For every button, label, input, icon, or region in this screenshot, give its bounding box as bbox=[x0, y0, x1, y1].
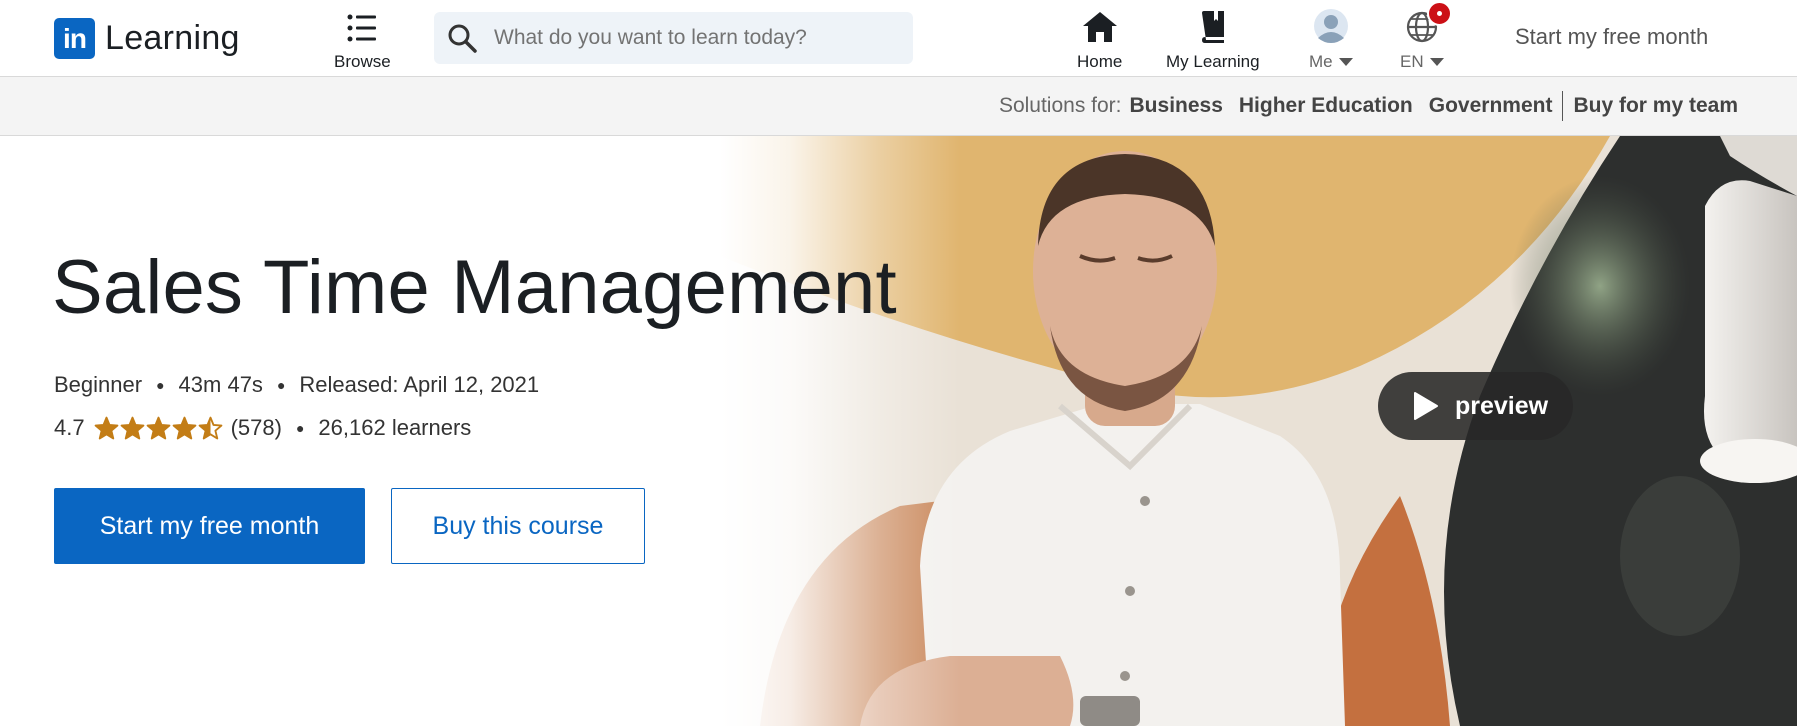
review-count[interactable]: (578) bbox=[231, 415, 282, 441]
learner-count: 26,162 learners bbox=[318, 415, 472, 440]
home-icon bbox=[1081, 6, 1119, 44]
solutions-business-link[interactable]: Business bbox=[1130, 94, 1223, 118]
divider bbox=[1562, 91, 1564, 121]
start-free-month-link[interactable]: Start my free month bbox=[1515, 24, 1708, 50]
search-bar bbox=[434, 12, 913, 64]
nav-home-label: Home bbox=[1077, 52, 1123, 71]
nav-my-learning[interactable]: My Learning bbox=[1166, 6, 1260, 72]
browse-label: Browse bbox=[334, 52, 391, 71]
avatar-icon bbox=[1313, 6, 1349, 44]
preview-button[interactable]: preview bbox=[1378, 372, 1573, 440]
course-hero: Sales Time Management Beginner ● 43m 47s… bbox=[0, 136, 1797, 726]
course-meta: Beginner ● 43m 47s ● Released: April 12,… bbox=[54, 372, 540, 397]
search-input[interactable] bbox=[492, 25, 896, 51]
search-icon[interactable] bbox=[446, 22, 478, 54]
play-icon bbox=[1413, 391, 1439, 421]
course-release-date: Released: April 12, 2021 bbox=[299, 372, 540, 397]
nav-me-label: Me bbox=[1309, 52, 1333, 71]
solutions-bar: Solutions for: Business Higher Education… bbox=[0, 77, 1797, 136]
chevron-down-icon bbox=[1429, 58, 1444, 66]
linkedin-logo-mark: in bbox=[54, 18, 95, 59]
nav-home[interactable]: Home bbox=[1077, 6, 1122, 72]
star-icon bbox=[198, 416, 222, 439]
linkedin-learning-logo[interactable]: in Learning bbox=[54, 18, 240, 59]
solutions-higher-education-link[interactable]: Higher Education bbox=[1239, 94, 1413, 118]
start-free-month-button[interactable]: Start my free month bbox=[54, 488, 365, 564]
logo-wordmark: Learning bbox=[105, 19, 240, 57]
preview-label: preview bbox=[1455, 391, 1549, 420]
nav-my-learning-label: My Learning bbox=[1166, 52, 1260, 71]
buy-for-my-team-link[interactable]: Buy for my team bbox=[1573, 94, 1738, 118]
nav-me[interactable]: Me bbox=[1309, 6, 1353, 72]
buy-course-button[interactable]: Buy this course bbox=[391, 488, 645, 564]
course-rating-row: 4.7 (578) ● 26,162 learners bbox=[54, 415, 472, 441]
star-icon bbox=[94, 416, 118, 439]
course-title: Sales Time Management bbox=[52, 245, 897, 330]
star-rating bbox=[94, 416, 224, 441]
solutions-label: Solutions for: bbox=[998, 94, 1122, 117]
notification-badge bbox=[1427, 1, 1452, 26]
course-level: Beginner bbox=[54, 372, 143, 397]
book-icon bbox=[1199, 6, 1227, 44]
rating-value: 4.7 bbox=[54, 415, 85, 440]
chevron-down-icon bbox=[1338, 58, 1353, 66]
list-icon bbox=[346, 6, 378, 44]
course-duration: 43m 47s bbox=[178, 372, 263, 397]
solutions-government-link[interactable]: Government bbox=[1429, 94, 1553, 118]
nav-language-label: EN bbox=[1400, 52, 1424, 71]
star-icon bbox=[120, 416, 144, 439]
browse-button[interactable]: Browse bbox=[334, 6, 391, 72]
star-icon bbox=[146, 416, 170, 439]
top-nav: in Learning Browse Home bbox=[0, 0, 1797, 77]
star-icon bbox=[172, 416, 196, 439]
